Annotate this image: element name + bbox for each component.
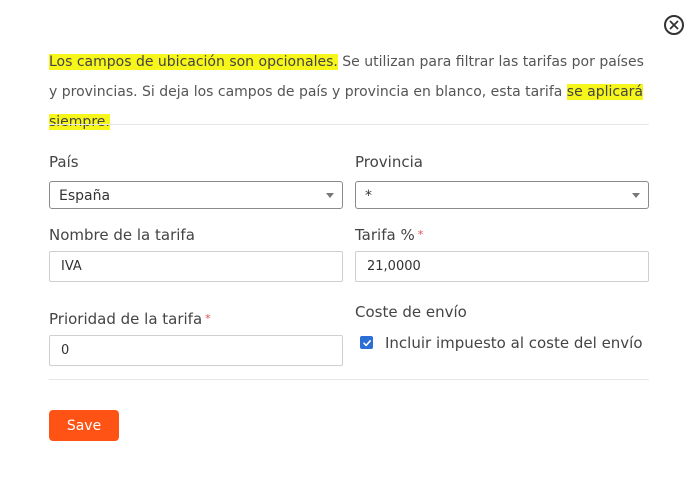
country-label: País xyxy=(49,153,79,171)
highlight-optional-fields: Los campos de ubicación son opcionales. xyxy=(49,54,338,70)
country-select-value: España xyxy=(59,188,111,204)
divider-bottom xyxy=(49,379,649,380)
rate-name-label: Nombre de la tarifa xyxy=(49,226,195,244)
required-mark: * xyxy=(417,228,424,241)
country-select[interactable]: España xyxy=(49,181,343,209)
province-select-value: * xyxy=(365,188,372,204)
caret-down-icon xyxy=(326,193,334,198)
rate-name-value: IVA xyxy=(61,259,82,274)
rate-percent-label: Tarifa % * xyxy=(355,226,423,244)
rate-name-input[interactable]: IVA xyxy=(49,251,343,282)
close-icon[interactable] xyxy=(664,15,684,35)
shipping-cost-label: Coste de envío xyxy=(355,303,467,321)
province-select[interactable]: * xyxy=(355,181,649,209)
divider-top xyxy=(49,124,649,125)
required-mark: * xyxy=(205,312,211,325)
province-label: Provincia xyxy=(355,153,423,171)
shipping-tax-checkbox-label[interactable]: Incluir impuesto al coste del envío xyxy=(385,334,643,352)
rate-priority-input[interactable]: 0 xyxy=(49,335,343,366)
rate-percent-value: 21,0000 xyxy=(367,259,421,274)
rate-priority-value: 0 xyxy=(61,343,70,358)
save-button[interactable]: Save xyxy=(49,410,119,441)
rate-priority-label-text: Prioridad de la tarifa xyxy=(49,310,203,328)
rate-priority-label: Prioridad de la tarifa * xyxy=(49,310,211,328)
rate-percent-input[interactable]: 21,0000 xyxy=(355,251,649,282)
rate-percent-label-text: Tarifa % xyxy=(355,226,415,244)
caret-down-icon xyxy=(632,193,640,198)
check-icon xyxy=(362,339,371,346)
shipping-tax-checkbox[interactable] xyxy=(360,336,373,349)
